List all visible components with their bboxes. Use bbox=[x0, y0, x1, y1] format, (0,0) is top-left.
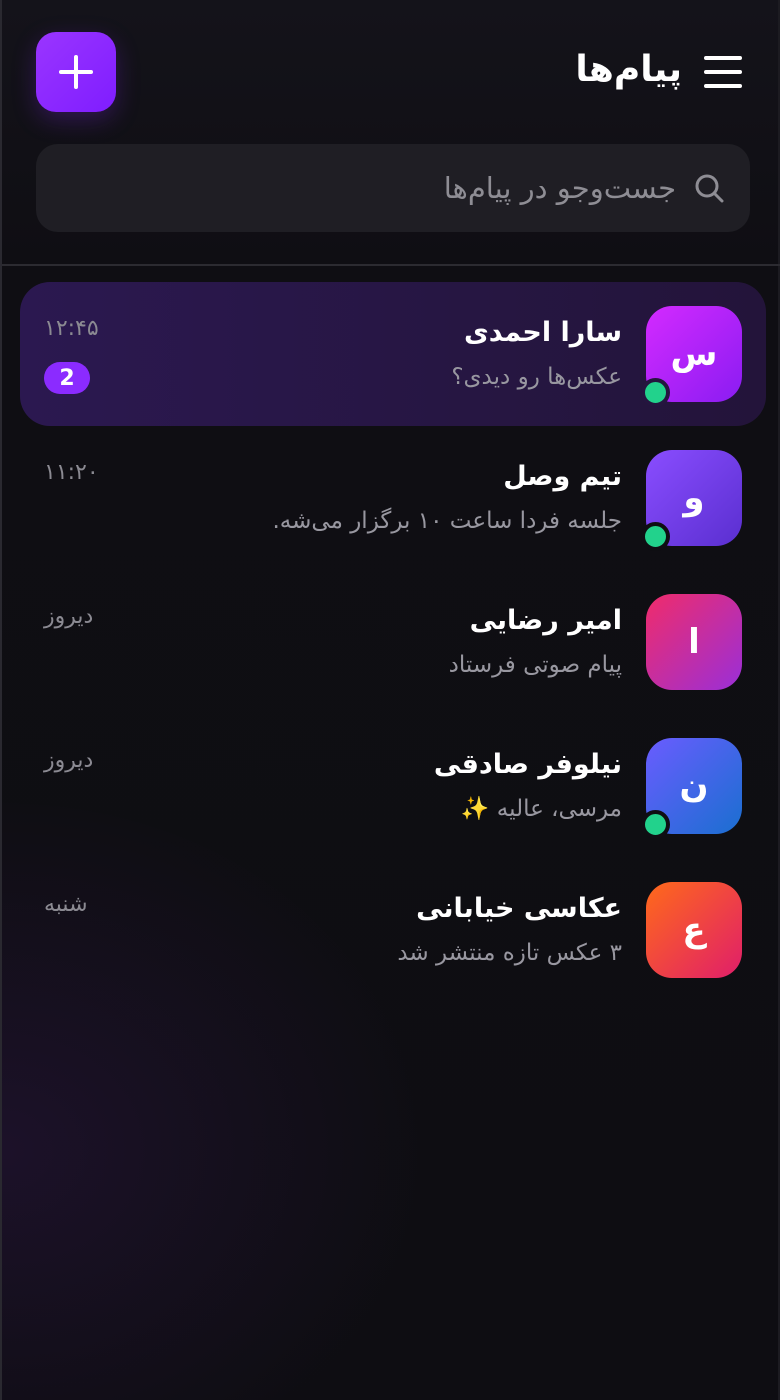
contact-name: نیلوفر صادقی bbox=[433, 749, 622, 780]
avatar: ع bbox=[646, 882, 742, 978]
conversation-item[interactable]: ا امیر رضایی پیام صوتی فرستاد دیروز bbox=[2, 570, 780, 714]
message-preview: پیام صوتی فرستاد bbox=[448, 652, 622, 678]
plus-icon bbox=[59, 55, 93, 89]
conversation-list: س سارا احمدی عکس‌ها رو دیدی؟ ۱۲:۴۵ 2 و ت… bbox=[2, 282, 780, 1002]
avatar: ا bbox=[646, 594, 742, 690]
search-bar[interactable] bbox=[36, 144, 750, 232]
messages-screen: پیام‌ها س سارا احمدی عکس‌ها رو دیدی؟ ۱۲:… bbox=[0, 0, 780, 1400]
message-time: شنبه bbox=[44, 892, 88, 917]
conversation-item[interactable]: و تیم وصل جلسه فردا ساعت ۱۰ برگزار می‌شه… bbox=[2, 426, 780, 570]
online-status-dot bbox=[641, 810, 670, 839]
message-time: دیروز bbox=[44, 604, 94, 629]
message-preview: ۳ عکس تازه منتشر شد bbox=[397, 940, 622, 966]
message-preview: جلسه فردا ساعت ۱۰ برگزار می‌شه. bbox=[272, 508, 622, 534]
contact-name: عکاسی خیابانی bbox=[416, 893, 622, 924]
conversation-item[interactable]: ن نیلوفر صادقی مرسی، عالیه ✨ دیروز bbox=[2, 714, 780, 858]
hamburger-menu-icon[interactable] bbox=[704, 56, 742, 88]
contact-name: سارا احمدی bbox=[463, 317, 622, 348]
message-preview: مرسی، عالیه ✨ bbox=[460, 796, 622, 822]
search-input[interactable] bbox=[36, 158, 676, 218]
unread-count-badge: 2 bbox=[44, 362, 90, 394]
online-status-dot bbox=[641, 522, 670, 551]
message-preview: عکس‌ها رو دیدی؟ bbox=[451, 364, 622, 390]
online-status-dot bbox=[641, 378, 670, 407]
contact-name: امیر رضایی bbox=[469, 605, 622, 636]
search-icon bbox=[694, 173, 724, 203]
conversation-item[interactable]: ع عکاسی خیابانی ۳ عکس تازه منتشر شد شنبه bbox=[2, 858, 780, 1002]
message-time: ۱۲:۴۵ bbox=[44, 316, 99, 341]
menu-bar bbox=[704, 84, 742, 88]
page-title: پیام‌ها bbox=[575, 49, 682, 90]
new-message-button[interactable] bbox=[36, 32, 116, 112]
message-time: ۱۱:۲۰ bbox=[44, 460, 99, 485]
contact-name: تیم وصل bbox=[503, 461, 622, 492]
menu-bar bbox=[704, 56, 742, 60]
menu-bar bbox=[704, 70, 742, 74]
conversation-item[interactable]: س سارا احمدی عکس‌ها رو دیدی؟ ۱۲:۴۵ 2 bbox=[2, 282, 780, 426]
message-time: دیروز bbox=[44, 748, 94, 773]
divider bbox=[2, 264, 780, 266]
